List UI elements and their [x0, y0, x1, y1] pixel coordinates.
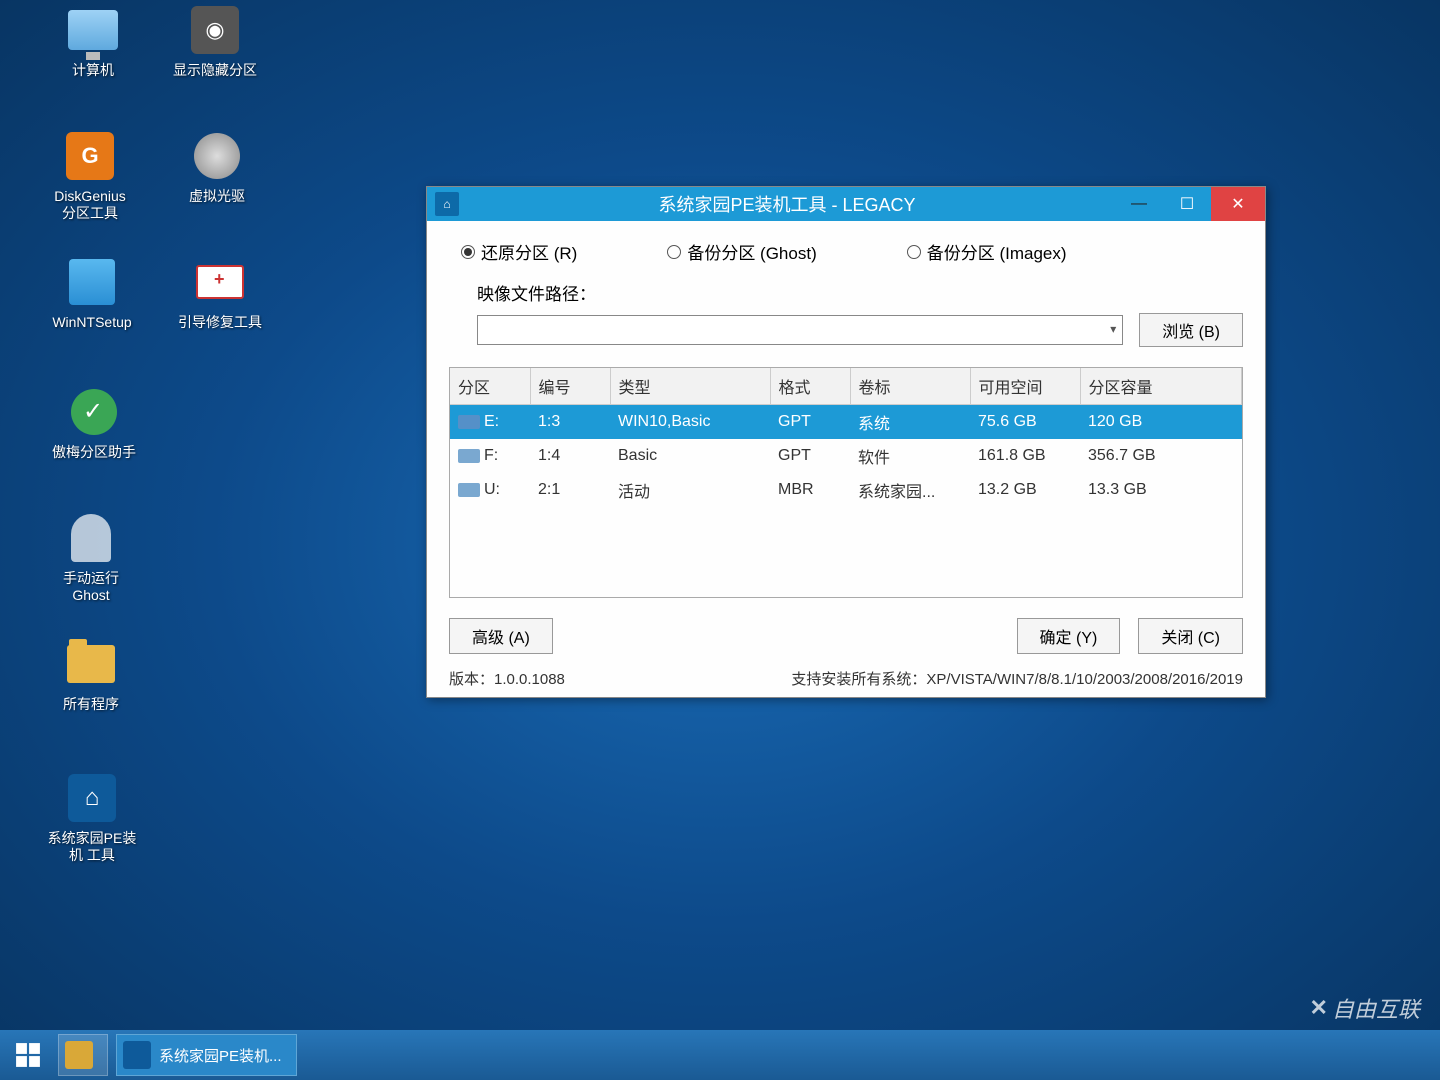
browse-button[interactable]: 浏览 (B): [1139, 313, 1243, 347]
house-icon: ⌂: [68, 774, 116, 822]
icon-label: WinNTSetup: [30, 314, 154, 331]
drive-icon: [458, 415, 480, 429]
col-partition[interactable]: 分区: [450, 368, 530, 405]
desktop-icon-pe-tool[interactable]: ⌂ 系统家园PE装 机 工具: [30, 770, 154, 864]
drive-icon: [458, 483, 480, 497]
x-icon: ✕: [1310, 995, 1328, 1021]
col-number[interactable]: 编号: [530, 368, 610, 405]
icon-label: 系统家园PE装 机 工具: [30, 830, 154, 864]
cancel-button[interactable]: 关闭 (C): [1138, 618, 1243, 654]
app-icon: ⌂: [435, 192, 459, 216]
ok-button[interactable]: 确定 (Y): [1017, 618, 1121, 654]
table-row[interactable]: F:1:4BasicGPT软件161.8 GB356.7 GB: [450, 439, 1242, 473]
watermark: ✕ 自由互联: [1310, 992, 1420, 1024]
desktop-icon-winntsetup[interactable]: WinNTSetup: [30, 254, 154, 331]
desktop-icon-all-programs[interactable]: 所有程序: [36, 636, 146, 713]
window-title: 系统家园PE装机工具 - LEGACY: [459, 191, 1115, 217]
desktop-icon-virtual-drive[interactable]: 虚拟光驱: [162, 128, 272, 205]
maximize-button[interactable]: ☐: [1163, 187, 1211, 221]
disc-icon: [194, 133, 240, 179]
radio-label: 还原分区 (R): [481, 239, 577, 264]
ghost-icon: [71, 514, 111, 562]
icon-label: 引导修复工具: [160, 314, 280, 331]
icon-label: DiskGenius 分区工具: [30, 188, 150, 222]
taskbar-explorer[interactable]: [58, 1034, 108, 1076]
computer-icon: [68, 10, 118, 50]
radio-icon: [667, 245, 681, 259]
icon-label: 所有程序: [36, 696, 146, 713]
radio-backup-imagex[interactable]: 备份分区 (Imagex): [907, 239, 1067, 264]
col-capacity[interactable]: 分区容量: [1080, 368, 1242, 405]
radio-label: 备份分区 (Ghost): [687, 239, 816, 264]
desktop-icon-computer[interactable]: 计算机: [38, 2, 148, 79]
titlebar[interactable]: ⌂ 系统家园PE装机工具 - LEGACY — ☐ ✕: [427, 187, 1265, 221]
icon-label: 傲梅分区助手: [34, 444, 154, 461]
icon-label: 显示隐藏分区: [160, 62, 270, 79]
desktop-icon-ghost[interactable]: 手动运行 Ghost: [36, 510, 146, 604]
app-icon: [123, 1041, 151, 1069]
desktop-icon-show-hidden[interactable]: ◉ 显示隐藏分区: [160, 2, 270, 79]
app-window: ⌂ 系统家园PE装机工具 - LEGACY — ☐ ✕ 还原分区 (R) 备份分…: [426, 186, 1266, 698]
drive-icon: [458, 449, 480, 463]
table-empty-area[interactable]: [450, 507, 1242, 597]
version-label: 版本：1.0.0.1088: [449, 668, 565, 689]
minimize-button[interactable]: —: [1115, 187, 1163, 221]
task-label: 系统家园PE装机...: [159, 1045, 282, 1066]
partition-table: 分区 编号 类型 格式 卷标 可用空间 分区容量 E:1:3WIN10,Basi…: [449, 367, 1243, 598]
chevron-down-icon: ▾: [1110, 322, 1116, 336]
table-row[interactable]: U:2:1活动MBR系统家园...13.2 GB13.3 GB: [450, 473, 1242, 507]
advanced-button[interactable]: 高级 (A): [449, 618, 553, 654]
window-content: 还原分区 (R) 备份分区 (Ghost) 备份分区 (Imagex) 映像文件…: [427, 221, 1265, 697]
icon-label: 手动运行 Ghost: [36, 570, 146, 604]
close-button[interactable]: ✕: [1211, 187, 1265, 221]
radio-backup-ghost[interactable]: 备份分区 (Ghost): [667, 239, 816, 264]
desktop-icon-diskgenius[interactable]: G DiskGenius 分区工具: [30, 128, 150, 222]
image-path-dropdown[interactable]: ▾: [477, 315, 1123, 345]
table-row[interactable]: E:1:3WIN10,BasicGPT系统75.6 GB120 GB: [450, 405, 1242, 440]
radio-label: 备份分区 (Imagex): [927, 239, 1067, 264]
desktop-icon-boot-repair[interactable]: 引导修复工具: [160, 254, 280, 331]
icon-label: 计算机: [38, 62, 148, 79]
taskbar: 系统家园PE装机...: [0, 1030, 1440, 1080]
support-label: 支持安装所有系统：XP/VISTA/WIN7/8/8.1/10/2003/200…: [791, 668, 1243, 689]
taskbar-pe-tool[interactable]: 系统家园PE装机...: [116, 1034, 297, 1076]
col-volume[interactable]: 卷标: [850, 368, 970, 405]
start-button[interactable]: [6, 1033, 50, 1077]
radio-icon: [461, 245, 475, 259]
desktop-icon-aomei[interactable]: 傲梅分区助手: [34, 384, 154, 461]
col-free[interactable]: 可用空间: [970, 368, 1080, 405]
col-format[interactable]: 格式: [770, 368, 850, 405]
col-type[interactable]: 类型: [610, 368, 770, 405]
diskgenius-icon: G: [66, 132, 114, 180]
windows-icon: [15, 1042, 41, 1068]
folder-icon: [67, 645, 115, 683]
radio-restore[interactable]: 还原分区 (R): [461, 239, 577, 264]
check-icon: [71, 389, 117, 435]
folder-icon: [65, 1041, 93, 1069]
setup-icon: [69, 259, 115, 305]
path-label: 映像文件路径：: [477, 280, 596, 305]
eye-icon: ◉: [191, 6, 239, 54]
toolbox-icon: [196, 265, 244, 299]
icon-label: 虚拟光驱: [162, 188, 272, 205]
radio-icon: [907, 245, 921, 259]
